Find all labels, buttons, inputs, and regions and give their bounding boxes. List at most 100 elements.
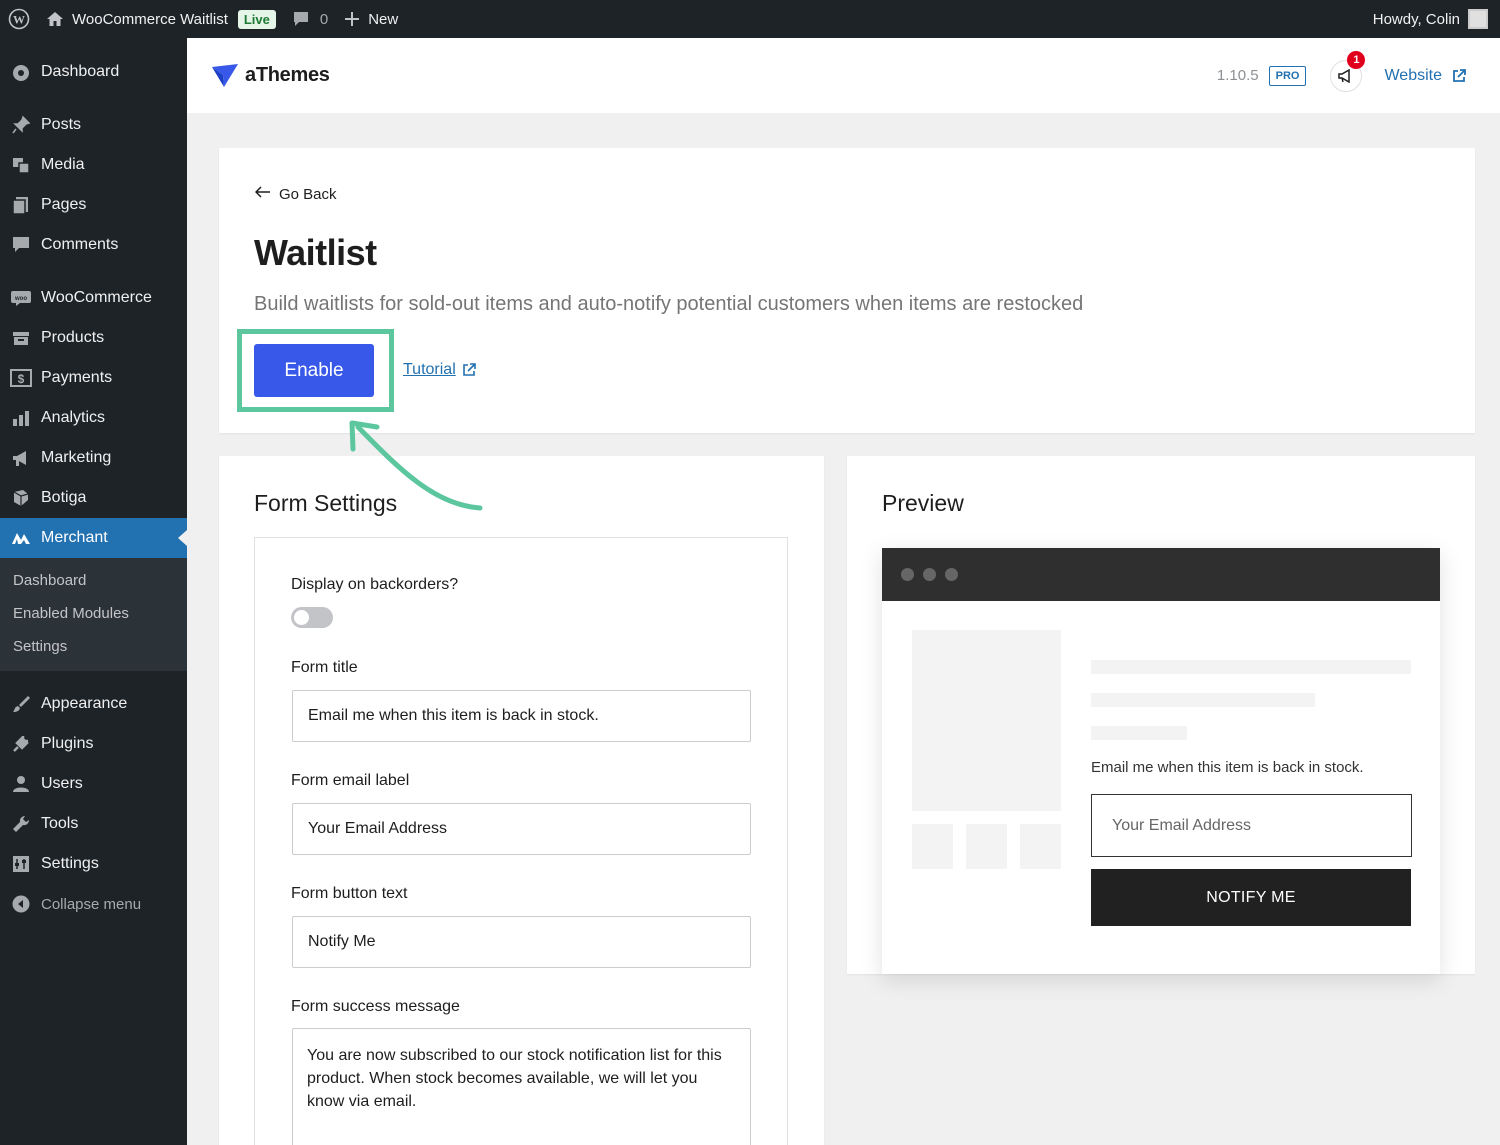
- sidebar-item-payments[interactable]: $ Payments: [0, 358, 187, 398]
- live-badge: Live: [237, 9, 276, 29]
- submenu-item-dashboard[interactable]: Dashboard: [0, 564, 187, 597]
- thumbnail-placeholder: [912, 824, 953, 869]
- athemes-logo[interactable]: aThemes: [211, 63, 330, 89]
- preview-browser-window: Email me when this item is back in stock…: [882, 548, 1440, 974]
- tutorial-link[interactable]: Tutorial: [403, 361, 476, 379]
- arrow-left-icon: [254, 185, 271, 203]
- form-button-text-input[interactable]: [292, 916, 751, 968]
- megaphone-icon: [1338, 68, 1351, 83]
- sidebar-item-label: Users: [41, 775, 83, 792]
- sidebar-item-settings[interactable]: Settings: [0, 844, 187, 884]
- sidebar-item-label: Payments: [41, 369, 113, 386]
- text-line-placeholder: [1091, 726, 1187, 740]
- sidebar-item-label: Comments: [41, 236, 119, 253]
- brush-icon: [10, 693, 32, 715]
- form-settings-card: Form Settings Display on backorders? For…: [219, 456, 824, 1145]
- athemes-logo-icon: [212, 63, 238, 87]
- form-settings-panel: Display on backorders? Form title Form e…: [254, 537, 788, 1145]
- sidebar-item-marketing[interactable]: Marketing: [0, 438, 187, 478]
- preview-form-text: Email me when this item is back in stock…: [1091, 759, 1364, 776]
- brand-name: aThemes: [245, 64, 330, 86]
- sidebar-item-comments[interactable]: Comments: [0, 225, 187, 265]
- form-success-message-textarea[interactable]: You are now subscribed to our stock noti…: [292, 1028, 751, 1145]
- sidebar-item-label: Settings: [41, 855, 99, 872]
- preview-notify-button[interactable]: NOTIFY ME: [1091, 869, 1411, 926]
- sidebar-item-users[interactable]: Users: [0, 764, 187, 804]
- sidebar-item-botiga[interactable]: Botiga: [0, 478, 187, 518]
- notification-count-badge: 1: [1347, 50, 1366, 69]
- user-icon: [10, 773, 32, 795]
- thumbnail-placeholder: [966, 824, 1007, 869]
- merchant-icon: [10, 527, 32, 549]
- plugin-header: aThemes 1.10.5 PRO 1 Website: [187, 38, 1500, 113]
- form-email-label-label: Form email label: [291, 772, 410, 789]
- sidebar-item-analytics[interactable]: Analytics: [0, 398, 187, 438]
- svg-text:W: W: [13, 13, 25, 27]
- home-icon: [46, 11, 64, 27]
- svg-text:$: $: [18, 372, 25, 386]
- form-title-input[interactable]: [292, 690, 751, 742]
- tutorial-label: Tutorial: [403, 361, 456, 378]
- backorders-label: Display on backorders?: [291, 576, 459, 593]
- site-name-link[interactable]: WooCommerce Waitlist Live: [38, 0, 284, 38]
- avatar: [1468, 9, 1488, 29]
- sidebar-item-appearance[interactable]: Appearance: [0, 684, 187, 724]
- preview-title: Preview: [882, 490, 964, 516]
- sidebar-item-woocommerce[interactable]: woo WooCommerce: [0, 278, 187, 318]
- comment-icon: [10, 234, 32, 256]
- window-dot-icon: [923, 568, 936, 581]
- account-link[interactable]: Howdy, Colin: [1373, 9, 1500, 29]
- sidebar-item-plugins[interactable]: Plugins: [0, 724, 187, 764]
- sidebar-item-label: Analytics: [41, 409, 106, 426]
- media-icon: [10, 154, 32, 176]
- comment-icon: [292, 11, 310, 28]
- woo-icon: woo: [10, 287, 32, 309]
- submenu-item-enabled-modules[interactable]: Enabled Modules: [0, 597, 187, 630]
- sidebar-item-pages[interactable]: Pages: [0, 185, 187, 225]
- sidebar-item-label: Products: [41, 329, 105, 346]
- new-content-link[interactable]: New: [336, 0, 406, 38]
- text-line-placeholder: [1091, 660, 1411, 674]
- sidebar-item-posts[interactable]: Posts: [0, 105, 187, 145]
- comments-count: 0: [319, 10, 329, 28]
- sidebar-item-label: Tools: [41, 815, 79, 832]
- preview-email-input[interactable]: Your Email Address: [1091, 794, 1412, 857]
- text-line-placeholder: [1091, 693, 1315, 707]
- form-email-label-input[interactable]: [292, 803, 751, 855]
- sidebar-item-label: WooCommerce: [41, 289, 152, 306]
- settings-icon: [10, 853, 32, 875]
- dashboard-icon: [10, 61, 32, 83]
- megaphone-icon: [10, 447, 32, 469]
- sidebar-item-products[interactable]: Products: [0, 318, 187, 358]
- external-link-icon: [462, 363, 476, 376]
- form-button-text-label: Form button text: [291, 885, 408, 902]
- wordpress-logo-icon[interactable]: W: [0, 0, 38, 38]
- window-dot-icon: [945, 568, 958, 581]
- collapse-icon: [10, 893, 32, 915]
- module-description: Build waitlists for sold-out items and a…: [254, 293, 1084, 315]
- pro-badge: PRO: [1268, 65, 1307, 86]
- notifications-button[interactable]: 1: [1330, 50, 1366, 92]
- enable-button[interactable]: Enable: [254, 344, 374, 397]
- website-label: Website: [1384, 66, 1442, 84]
- sidebar-item-media[interactable]: Media: [0, 145, 187, 185]
- sidebar-item-label: Marketing: [41, 449, 112, 466]
- version-number: 1.10.5: [1216, 67, 1259, 84]
- product-image-placeholder: [912, 630, 1061, 811]
- bar-chart-icon: [10, 407, 32, 429]
- window-dot-icon: [901, 568, 914, 581]
- module-card: Go Back Waitlist Build waitlists for sol…: [219, 148, 1475, 433]
- go-back-link[interactable]: Go Back: [254, 185, 337, 203]
- backorders-toggle[interactable]: [291, 607, 333, 628]
- sidebar-item-tools[interactable]: Tools: [0, 804, 187, 844]
- submenu-item-settings[interactable]: Settings: [0, 630, 187, 663]
- sidebar-item-dashboard[interactable]: Dashboard: [0, 52, 187, 92]
- comments-link[interactable]: 0: [284, 0, 336, 38]
- sidebar-item-label: Dashboard: [41, 63, 120, 80]
- sidebar-item-merchant[interactable]: Merchant: [0, 518, 187, 558]
- plug-icon: [10, 733, 32, 755]
- collapse-menu-button[interactable]: Collapse menu: [0, 884, 187, 924]
- website-link[interactable]: Website: [1384, 67, 1466, 85]
- dollar-icon: $: [10, 367, 32, 389]
- form-success-message-label: Form success message: [291, 998, 460, 1015]
